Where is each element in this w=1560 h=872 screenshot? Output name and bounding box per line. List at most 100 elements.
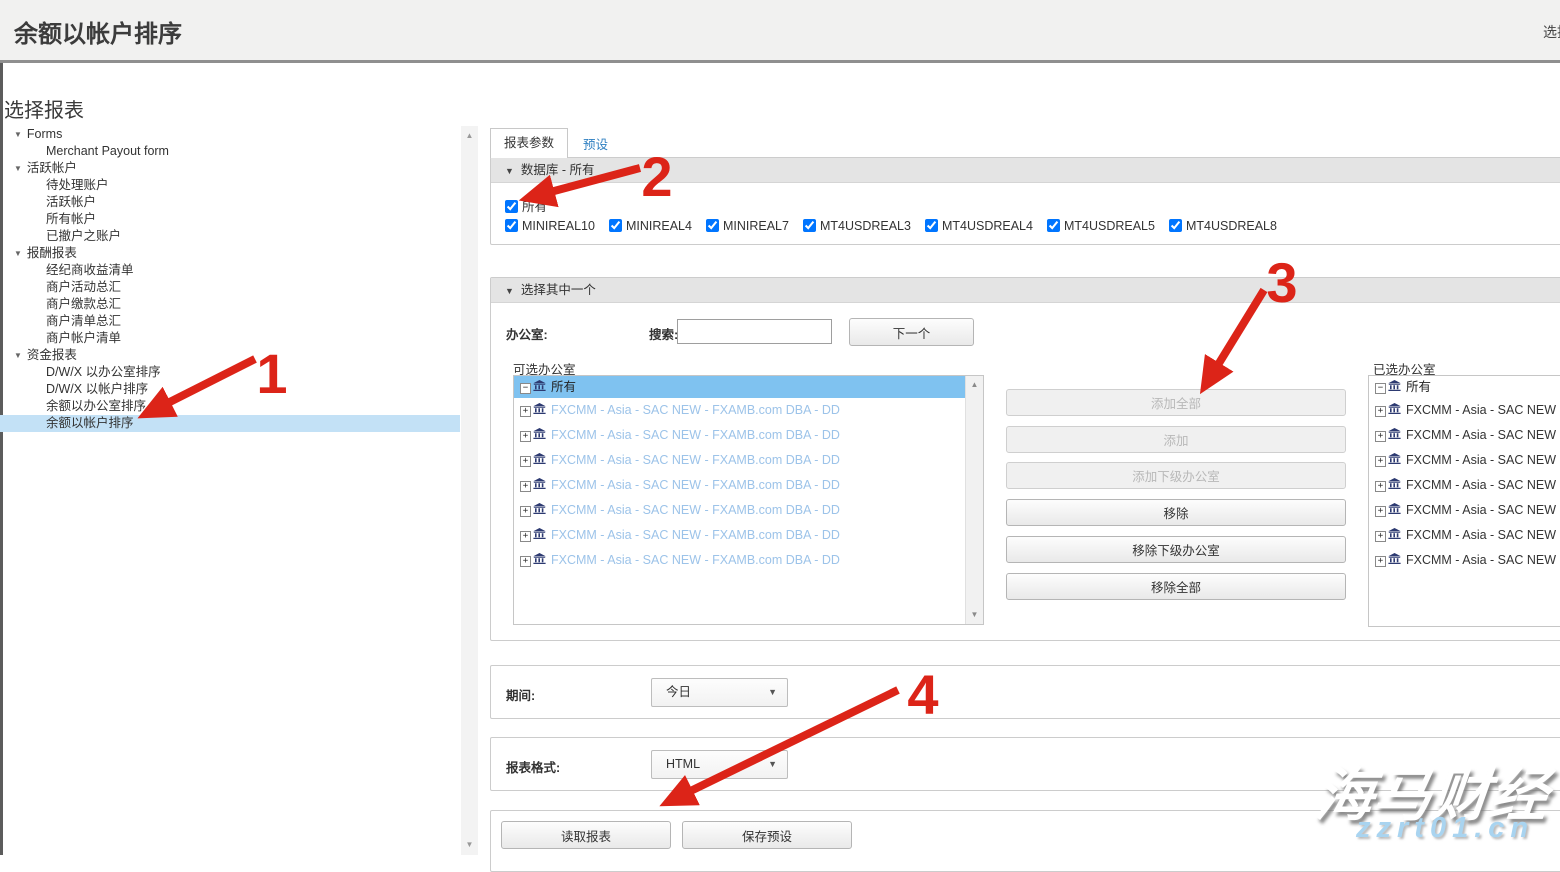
office-list-item[interactable]: +FXCMM - Asia - SAC NEW - FXAMB.com DBA … [1369, 473, 1560, 498]
transfer-button-6[interactable]: 移除全部 [1006, 573, 1346, 600]
expand-icon[interactable]: + [1375, 506, 1386, 517]
tree-item[interactable]: 余额以帐户排序 [0, 415, 460, 432]
header-bar: 余额以帐户排序 选择 [0, 0, 1560, 60]
scroll-up-icon[interactable]: ▲ [966, 378, 983, 392]
sidebar-scrollbar[interactable]: ▲ ▼ [461, 126, 478, 855]
period-dropdown[interactable]: 今日 ▼ [651, 678, 788, 707]
database-section-header[interactable]: ▼ 数据库 - 所有 [491, 158, 1560, 183]
scroll-up-icon[interactable]: ▲ [461, 128, 478, 144]
expand-icon[interactable]: + [520, 506, 531, 517]
period-label: 期间: [506, 685, 535, 704]
tree-item[interactable]: 余额以办公室排序 [0, 398, 460, 415]
database-checkbox[interactable] [505, 219, 518, 232]
office-list-item[interactable]: +FXCMM - Asia - SAC NEW - FXAMB.com DBA … [1369, 398, 1560, 423]
database-checkbox-label: MINIREAL4 [609, 219, 692, 233]
office-root-label: 所有 [551, 380, 576, 394]
watermark-url: zzrt01.cn [1356, 812, 1534, 845]
collapse-icon[interactable]: − [520, 383, 531, 394]
office-tree-root[interactable]: − 所有 [1369, 376, 1560, 398]
database-checkbox[interactable] [925, 219, 938, 232]
tree-item[interactable]: 商户缴款总汇 [0, 296, 460, 313]
tree-item-label: 商户清单总汇 [46, 314, 121, 328]
database-checkbox[interactable] [1047, 219, 1060, 232]
expand-icon[interactable]: + [520, 406, 531, 417]
office-list-item[interactable]: + FXCMM - Asia - SAC NEW - FXAMB.com DBA … [514, 548, 983, 573]
office-root-label: 所有 [1406, 380, 1431, 394]
office-list-item[interactable]: + FXCMM - Asia - SAC NEW - FXAMB.com DBA … [514, 423, 983, 448]
expand-icon[interactable]: + [520, 531, 531, 542]
collapse-icon[interactable]: − [1375, 383, 1386, 394]
tree-item[interactable]: 商户清单总汇 [0, 313, 460, 330]
office-list-item[interactable]: +FXCMM - Asia - SAC NEW - FXAMB.com DBA … [1369, 448, 1560, 473]
office-list-item[interactable]: + FXCMM - Asia - SAC NEW - FXAMB.com DBA … [1369, 523, 1560, 548]
office-list-item[interactable]: +FXCMM - Asia - SAC NEW - FXAMB.com DBA … [514, 448, 983, 473]
expand-icon[interactable]: + [1375, 556, 1386, 567]
expand-icon[interactable]: + [520, 556, 531, 567]
office-list-item[interactable]: +FXCMM - Asia - SAC NEW - FXAMB.com DBA … [514, 498, 983, 523]
tree-group[interactable]: ▼报酬报表 [0, 245, 460, 262]
office-section-title: 选择其中一个 [521, 283, 596, 297]
tree-item[interactable]: 经纪商收益清单 [0, 262, 460, 279]
tree-item[interactable]: 商户帐户清单 [0, 330, 460, 347]
transfer-button-3: 添加下级办公室 [1006, 462, 1346, 489]
tree-group[interactable]: ▼活跃帐户 [0, 160, 460, 177]
office-list-item[interactable]: +FXCMM - Asia - SAC NEW - FXAMB.com DBA … [514, 523, 983, 548]
scroll-down-icon[interactable]: ▼ [966, 608, 983, 622]
tree-item-label: 所有帐户 [46, 212, 96, 226]
expand-icon[interactable]: + [520, 456, 531, 467]
header-top-right-text[interactable]: 选择 [1543, 22, 1560, 42]
office-list-item[interactable]: +FXCMM - Asia - SAC NEW - FXAMB.com DBA … [1369, 498, 1560, 523]
scroll-down-icon[interactable]: ▼ [461, 837, 478, 853]
database-checkbox[interactable] [609, 219, 622, 232]
transfer-button-4[interactable]: 移除 [1006, 499, 1346, 526]
office-tree-root[interactable]: − 所有 [514, 376, 983, 398]
expand-icon[interactable]: + [1375, 431, 1386, 442]
section-heading: 选择报表 [4, 94, 84, 123]
tab-presets[interactable]: 预设 [583, 134, 608, 153]
tree-item[interactable]: 活跃帐户 [0, 194, 460, 211]
office-list-item[interactable]: +FXCMM - Asia - SAC NEW - FXAMB.com DBA … [1369, 423, 1560, 448]
tree-item-label: 余额以帐户排序 [46, 416, 134, 430]
format-dropdown[interactable]: HTML ▼ [651, 750, 788, 779]
office-list-item[interactable]: +FXCMM - Asia - SAC NEW - FXAMB.com DBA … [514, 398, 983, 423]
transfer-button-1: 添加全部 [1006, 389, 1346, 416]
tab-report-parameters[interactable]: 报表参数 [490, 128, 568, 158]
expand-icon[interactable]: + [1375, 531, 1386, 542]
office-list-item[interactable]: +FXCMM - Asia - SAC NEW - FXAMB.com DBA … [1369, 548, 1560, 573]
expand-icon[interactable]: + [520, 431, 531, 442]
database-section-title: 数据库 - 所有 [521, 163, 595, 177]
period-value: 今日 [666, 685, 691, 699]
office-name: FXCMM - Asia - SAC NEW - FXAMB.com DBA -… [1406, 528, 1560, 542]
expand-icon[interactable]: + [1375, 456, 1386, 467]
search-input[interactable] [677, 319, 832, 344]
database-checkbox[interactable] [803, 219, 816, 232]
expand-icon[interactable]: + [1375, 406, 1386, 417]
database-checkbox[interactable] [706, 219, 719, 232]
next-button[interactable]: 下一个 [849, 318, 974, 346]
office-list-item[interactable]: +FXCMM - Asia - SAC NEW - FXAMB.com DBA … [514, 473, 983, 498]
load-report-button[interactable]: 读取报表 [501, 821, 671, 849]
tree-group[interactable]: ▼Forms [0, 126, 460, 143]
office-name: FXCMM - Asia - SAC NEW - FXAMB.com DBA -… [551, 428, 840, 442]
database-checkbox[interactable] [1169, 219, 1182, 232]
save-preset-button[interactable]: 保存预设 [682, 821, 852, 849]
tree-item[interactable]: 商户活动总汇 [0, 279, 460, 296]
tree-item[interactable]: D/W/X 以办公室排序 [0, 364, 460, 381]
bank-icon [1388, 503, 1401, 515]
tree-item[interactable]: 已撤户之账户 [0, 228, 460, 245]
expand-icon[interactable]: + [1375, 481, 1386, 492]
chevron-down-icon: ▼ [505, 166, 514, 176]
select-all-checkbox[interactable] [505, 200, 518, 213]
tree-item[interactable]: D/W/X 以帐户排序 [0, 381, 460, 398]
office-section-header[interactable]: ▼选择其中一个 [491, 278, 1560, 303]
tree-group[interactable]: ▼资金报表 [0, 347, 460, 364]
database-name: MINIREAL7 [723, 219, 789, 233]
tree-item[interactable]: 所有帐户 [0, 211, 460, 228]
list-scrollbar[interactable]: ▲ ▼ [965, 376, 983, 624]
office-name: FXCMM - Asia - SAC NEW - FXAMB.com DBA -… [551, 553, 840, 567]
report-tree: ▼FormsMerchant Payout form▼活跃帐户待处理账户活跃帐户… [0, 126, 460, 432]
expand-icon[interactable]: + [520, 481, 531, 492]
transfer-button-5[interactable]: 移除下级办公室 [1006, 536, 1346, 563]
tree-item[interactable]: Merchant Payout form [0, 143, 460, 160]
tree-item[interactable]: 待处理账户 [0, 177, 460, 194]
